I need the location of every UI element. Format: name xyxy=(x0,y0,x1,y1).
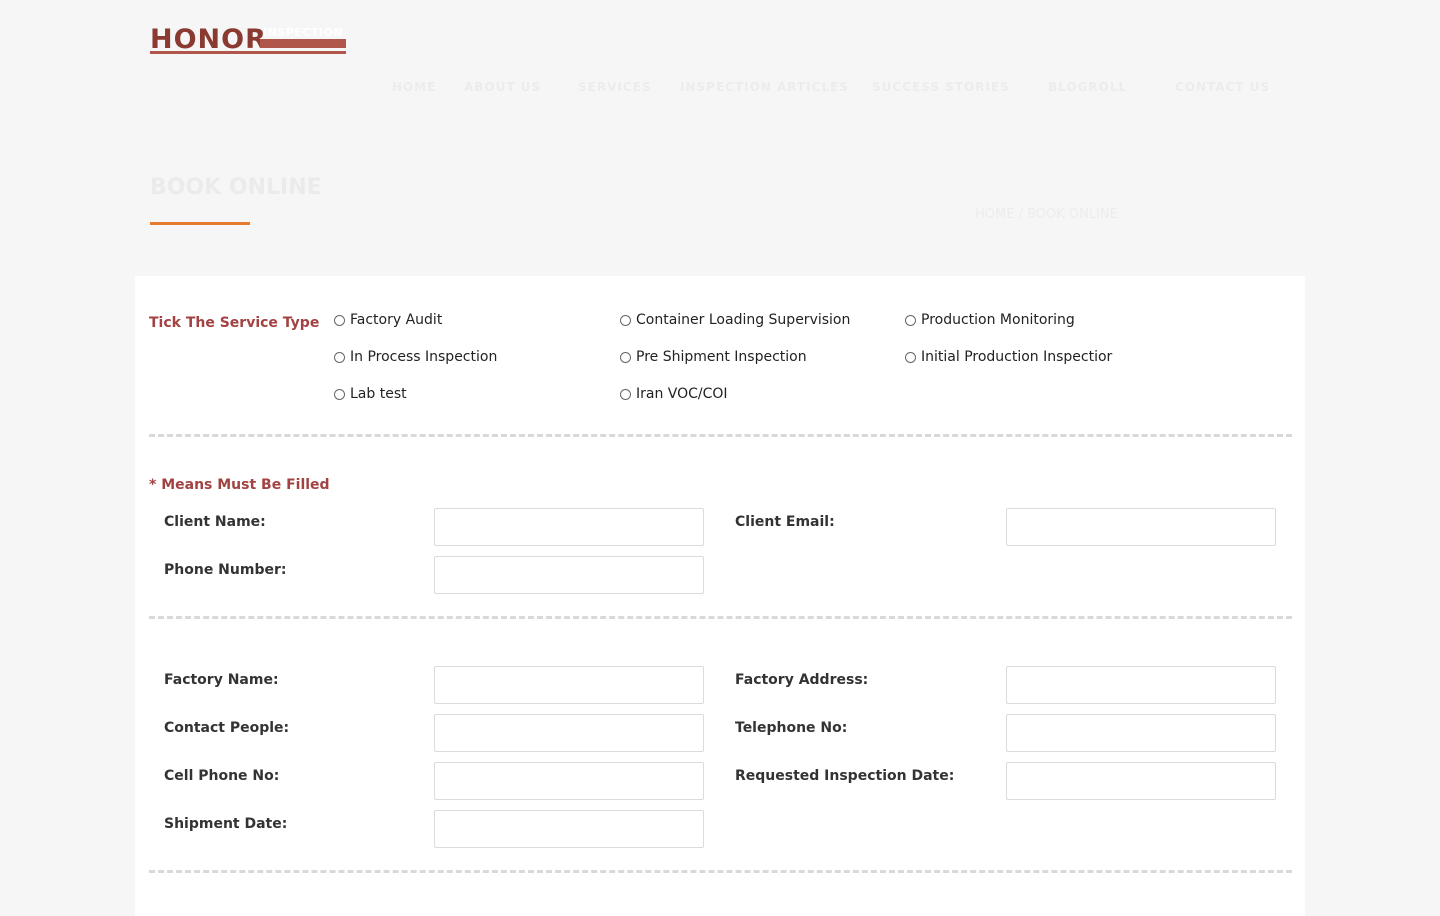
radio-label: In Process Inspection xyxy=(350,349,498,365)
logo-accent-bar xyxy=(260,39,346,48)
factory-address-input[interactable] xyxy=(1006,666,1276,704)
radio-label: Production Monitoring xyxy=(921,312,1075,328)
nav-item-home[interactable]: HOME xyxy=(392,80,436,94)
radio-production-monitoring[interactable]: Production Monitoring xyxy=(905,312,1075,328)
nav-item-services[interactable]: SERVICES xyxy=(578,80,651,94)
phone-number-label: Phone Number: xyxy=(164,562,287,578)
nav-item-inspection-articles[interactable]: INSPECTION ARTICLES xyxy=(680,80,849,94)
logo-wordmark: HONOR xyxy=(150,24,267,55)
nav-item-blogroll[interactable]: BLOGROLL xyxy=(1048,80,1127,94)
inspection-date-input[interactable] xyxy=(1006,762,1276,800)
radio-label: Factory Audit xyxy=(350,312,443,328)
nav-item-success-stories[interactable]: SUCCESS STORIES xyxy=(872,80,1010,94)
section-divider xyxy=(149,870,1292,873)
title-underline xyxy=(150,222,250,225)
radio-factory-audit[interactable]: Factory Audit xyxy=(334,312,442,328)
telephone-input[interactable] xyxy=(1006,714,1276,752)
radio-iran-voc-coi[interactable]: Iran VOC/COI xyxy=(620,386,728,402)
nav-item-contact[interactable]: CONTACT US xyxy=(1175,80,1270,94)
radio-label: Iran VOC/COI xyxy=(636,386,728,402)
contact-people-label: Contact People: xyxy=(164,720,290,736)
client-name-input[interactable] xyxy=(434,508,704,546)
shipment-date-input[interactable] xyxy=(434,810,704,848)
logo-underline xyxy=(150,51,346,54)
radio-circle[interactable] xyxy=(620,351,631,363)
radio-label: Container Loading Supervision xyxy=(636,312,851,328)
page-title: BOOK ONLINE xyxy=(150,175,322,200)
telephone-label: Telephone No: xyxy=(735,720,848,736)
required-note: * Means Must Be Filled xyxy=(149,477,330,493)
section-divider xyxy=(149,434,1292,437)
contact-people-input[interactable] xyxy=(434,714,704,752)
breadcrumb[interactable]: HOME / BOOK ONLINE xyxy=(975,207,1118,222)
client-name-label: Client Name: xyxy=(164,514,266,530)
client-email-label: Client Email: xyxy=(735,514,835,530)
radio-lab-test[interactable]: Lab test xyxy=(334,386,407,402)
factory-name-input[interactable] xyxy=(434,666,704,704)
factory-address-label: Factory Address: xyxy=(735,672,869,688)
radio-pre-shipment-inspection[interactable]: Pre Shipment Inspection xyxy=(620,349,807,365)
phone-number-input[interactable] xyxy=(434,556,704,594)
site-logo[interactable]: HONOR INSPECTION xyxy=(150,25,346,61)
section-divider xyxy=(149,616,1292,619)
radio-circle[interactable] xyxy=(334,388,345,400)
inspection-date-label: Requested Inspection Date: xyxy=(735,768,955,784)
service-type-label: Tick The Service Type xyxy=(149,315,320,331)
radio-circle[interactable] xyxy=(905,351,916,363)
radio-label: Initial Production Inspectior xyxy=(921,349,1113,365)
radio-circle[interactable] xyxy=(905,314,916,326)
radio-label: Pre Shipment Inspection xyxy=(636,349,807,365)
cell-phone-input[interactable] xyxy=(434,762,704,800)
logo-subtitle: INSPECTION xyxy=(263,26,344,39)
radio-circle[interactable] xyxy=(620,388,631,400)
client-email-input[interactable] xyxy=(1006,508,1276,546)
cell-phone-label: Cell Phone No: xyxy=(164,768,280,784)
booking-form-card xyxy=(135,276,1305,916)
radio-container-loading[interactable]: Container Loading Supervision xyxy=(620,312,850,328)
factory-name-label: Factory Name: xyxy=(164,672,279,688)
shipment-date-label: Shipment Date: xyxy=(164,816,288,832)
nav-item-about[interactable]: ABOUT US xyxy=(464,80,541,94)
radio-in-process-inspection[interactable]: In Process Inspection xyxy=(334,349,497,365)
radio-circle[interactable] xyxy=(334,351,345,363)
radio-circle[interactable] xyxy=(620,314,631,326)
radio-circle[interactable] xyxy=(334,314,345,326)
radio-label: Lab test xyxy=(350,386,407,402)
radio-initial-production-inspection[interactable]: Initial Production Inspectior xyxy=(905,349,1112,365)
